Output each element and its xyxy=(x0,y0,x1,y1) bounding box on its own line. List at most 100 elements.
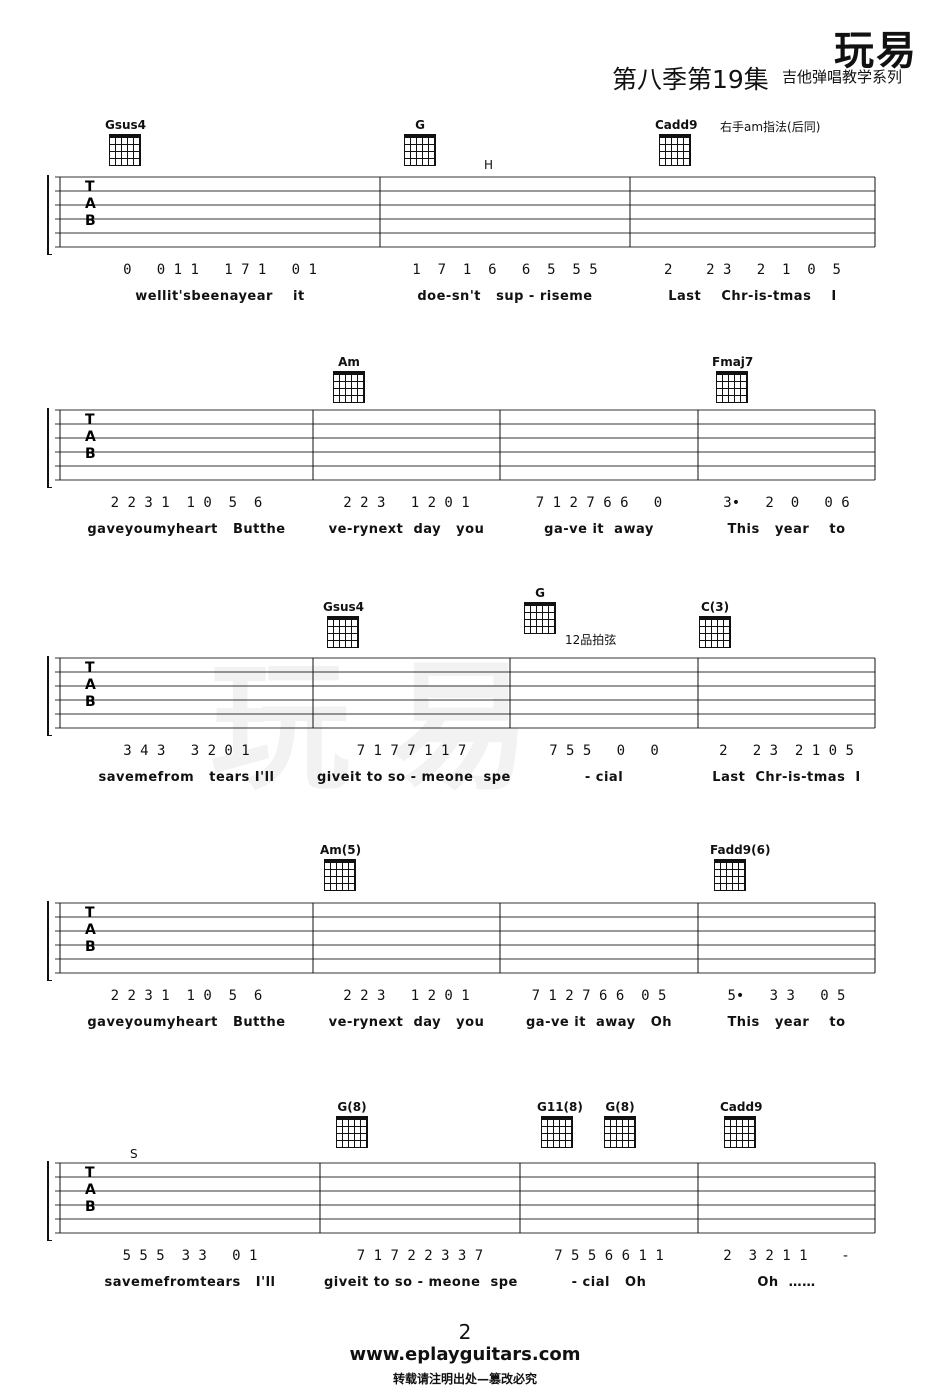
chord-grid xyxy=(699,616,731,648)
lyrics: This year to xyxy=(727,522,846,537)
numbered-notation: 2 2 3 2 1 0 5 xyxy=(719,743,854,759)
chord-diagram: G(8) xyxy=(600,1100,640,1148)
chord-grid xyxy=(716,371,748,403)
tab-letter: T xyxy=(85,905,95,921)
lyrics: Oh …… xyxy=(757,1275,816,1290)
episode-title: 第八季第19集 xyxy=(612,65,769,94)
system-bracket xyxy=(47,656,52,736)
tab-letter: T xyxy=(85,412,95,428)
chord-name: C(3) xyxy=(700,600,730,614)
numbered-notation: 2 2 3 1 2 0 1 xyxy=(343,988,470,1004)
chord-grid xyxy=(324,859,356,891)
lyrics: ve-rynext day you xyxy=(328,522,485,537)
lyrics: Last Chr-is-tmas I xyxy=(668,289,837,304)
system-bracket xyxy=(47,1161,52,1241)
numbered-notation: 2 2 3 1 1 0 5 6 xyxy=(110,988,263,1004)
numbered-notation: 2 2 3 1 1 0 5 6 xyxy=(110,495,263,511)
chord-name: Cadd9 xyxy=(655,118,698,132)
chord-diagram: Am(5) xyxy=(320,843,362,891)
lyrics: Last Chr-is-tmas I xyxy=(712,770,861,785)
lyrics: gaveyoumyheart Butthe xyxy=(87,522,286,537)
annotation: 右手am指法(后同) xyxy=(720,120,821,134)
numbered-notation: 5• 3 3 0 5 xyxy=(727,988,846,1004)
tab-staff: TAB xyxy=(47,175,876,255)
numbered-notation: 7 1 2 7 6 6 0 xyxy=(535,495,663,511)
numbered-notation: 0 0 1 1 1 7 1 0 1 xyxy=(123,262,317,278)
tab-letter: B xyxy=(85,213,96,229)
chord-diagram: G xyxy=(520,586,560,634)
chord-grid xyxy=(333,371,365,403)
lyrics: giveit to so - meone spe xyxy=(317,770,511,785)
lyrics: - cial Oh xyxy=(571,1275,647,1290)
tab-letter: T xyxy=(85,660,95,676)
tab-letter: B xyxy=(85,939,96,955)
tab-staff: TAB xyxy=(47,1161,876,1241)
tab-letter: B xyxy=(85,446,96,462)
annotation: S xyxy=(130,1147,138,1161)
chord-grid xyxy=(659,134,691,166)
system-bracket xyxy=(47,175,52,255)
chord-name: Am(5) xyxy=(320,843,362,857)
website-url[interactable]: www.eplayguitars.com xyxy=(0,1344,930,1365)
lyrics: savemefrom tears I'll xyxy=(98,770,275,785)
numbered-notation: 7 5 5 6 6 1 1 xyxy=(554,1248,664,1264)
tab-letter: A xyxy=(85,1182,96,1198)
lyrics: doe-sn't sup - riseme xyxy=(417,289,593,304)
chord-grid xyxy=(327,616,359,648)
chord-name: G(8) xyxy=(605,1100,635,1114)
page-number: 2 xyxy=(458,1320,472,1344)
numbered-notation: 1 7 1 6 6 5 5 5 xyxy=(412,262,598,278)
chord-name: Gsus4 xyxy=(323,600,365,614)
chord-diagram: C(3) xyxy=(695,600,735,648)
lyrics: wellit'sbeenayear it xyxy=(135,289,305,304)
chord-grid xyxy=(541,1116,573,1148)
lyrics: giveit to so - meone spe xyxy=(324,1275,518,1290)
tab-letter: T xyxy=(85,1165,95,1181)
chord-name: G xyxy=(415,118,425,132)
chord-name: Gsus4 xyxy=(105,118,147,132)
tab-letter: T xyxy=(85,179,95,195)
lyrics: gaveyoumyheart Butthe xyxy=(87,1015,286,1030)
tab-staff: TAB xyxy=(47,901,876,981)
tab-letter: A xyxy=(85,677,96,693)
numbered-notation: 7 5 5 0 0 xyxy=(549,743,659,759)
chord-name: Cadd9 xyxy=(720,1100,763,1114)
chord-grid xyxy=(604,1116,636,1148)
series-title: 吉他弹唱教学系列 xyxy=(782,68,903,86)
lyrics: ve-rynext day you xyxy=(328,1015,485,1030)
chord-grid xyxy=(109,134,141,166)
tab-letter: A xyxy=(85,196,96,212)
chord-name: Fmaj7 xyxy=(712,355,754,369)
chord-diagram: Gsus4 xyxy=(105,118,147,166)
numbered-notation: 2 3 2 1 1 - xyxy=(723,1248,850,1264)
numbered-notation: 3• 2 0 0 6 xyxy=(723,495,850,511)
numbered-notation: 7 1 2 7 6 6 0 5 xyxy=(531,988,667,1004)
chord-diagram: Cadd9 xyxy=(720,1100,763,1148)
chord-name: Am xyxy=(338,355,360,369)
chord-diagram: G(8) xyxy=(332,1100,372,1148)
annotation: H xyxy=(484,158,494,172)
chord-diagram: G xyxy=(400,118,440,166)
tab-letter: A xyxy=(85,922,96,938)
chord-name: Fadd9(6) xyxy=(710,843,771,857)
chord-grid xyxy=(524,602,556,634)
numbered-notation: 5 5 5 3 3 0 1 xyxy=(122,1248,258,1264)
chord-diagram: Fadd9(6) xyxy=(710,843,771,891)
tab-sheet-page: 玩易 第八季第19集 吉他弹唱教学系列 玩易 T A B Gsus4 G Cadd9 右手a… xyxy=(0,0,930,1400)
lyrics: - cial xyxy=(584,770,624,785)
chord-diagram: Am xyxy=(329,355,369,403)
tab-letter: B xyxy=(85,694,96,710)
chord-grid xyxy=(714,859,746,891)
numbered-notation: 3 4 3 3 2 0 1 xyxy=(123,743,250,759)
chord-diagram: G11(8) xyxy=(537,1100,583,1148)
chord-grid xyxy=(336,1116,368,1148)
tab-letter: A xyxy=(85,429,96,445)
numbered-notation: 2 2 3 1 2 0 1 xyxy=(343,495,470,511)
lyrics: This year to xyxy=(727,1015,846,1030)
lyrics: ga-ve it away Oh xyxy=(525,1015,673,1030)
chord-name: G(8) xyxy=(337,1100,367,1114)
chord-diagram: Fmaj7 xyxy=(712,355,754,403)
lyrics: ga-ve it away xyxy=(544,522,654,537)
numbered-notation: 7 1 7 7 1 1 7 xyxy=(356,743,467,759)
annotation: 12品拍弦 xyxy=(565,633,617,647)
